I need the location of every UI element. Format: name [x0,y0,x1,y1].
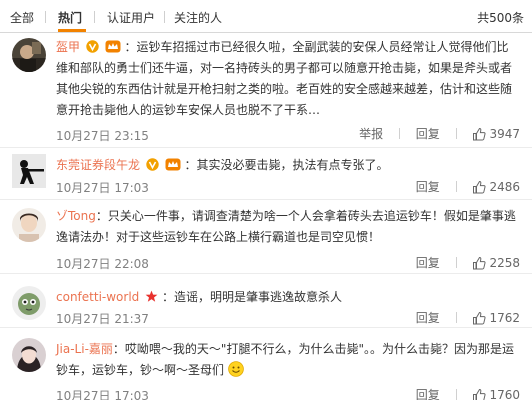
comment-text: ：只关心一件事，请调查清楚为啥一个人会拿着砖头去追运钞车！假如是肇事逃逸请法办！… [56,209,516,244]
comment-timestamp: 10月27日 17:03 [56,181,149,195]
reply-button[interactable]: 回复 [416,125,440,142]
tab-following[interactable]: 关注的人 [174,9,222,26]
comment-body: confetti-world ：造谣，明明是肇事逃逸故意杀人 [56,287,520,308]
username-link[interactable]: Jia-Li-嘉丽 [56,342,113,356]
like-button[interactable]: 1762 [472,311,520,325]
comment-timestamp: 10月27日 23:15 [56,129,149,143]
comment-body: Jia-Li-嘉丽：哎呦喂～我的天～"打腿不行么，为什么击毙"。。为什么击毙？因… [56,339,520,381]
total-comment-count: 共500条 [477,11,524,25]
comment-body: 东莞证券段午龙 ：其实没必要击毙，执法有点专张了。 [56,155,520,176]
like-button[interactable]: 2258 [472,256,520,270]
action-divider [455,257,457,268]
comment-actions: 回复 2486 [416,178,520,195]
username-link[interactable]: ゾTong [56,209,96,223]
comment-body: 盔甲 ：运钞车招摇过市已经很久啦，全副武装的安保人员经常让人觉得他们比维和部队的… [56,37,520,121]
red-star-icon [145,290,158,302]
comment-actions: 回复 1760 [416,386,520,400]
thumbs-up-icon [473,127,487,140]
thumbs-up-icon [473,180,487,193]
username-link[interactable]: 盔甲 [56,40,80,54]
action-divider [455,181,457,192]
comment-text: ：哎呦喂～我的天～"打腿不行么，为什么击毙"。。为什么击毙？因为那是运钞车，运钞… [56,342,514,377]
tab-divider [45,11,46,23]
comment-filter-tabs: 全部 热门 认证用户 关注的人 共500条 [0,0,532,33]
tab-divider [164,11,165,23]
vip-v-badge-icon [86,40,99,53]
action-divider [455,128,457,139]
like-count: 1760 [489,387,520,400]
comment-body: ゾTong：只关心一件事，请调查清楚为啥一个人会拿着砖头去追运钞车！假如是肇事逃… [56,206,520,248]
like-count: 2486 [489,179,520,194]
thumbs-up-icon [473,311,487,324]
avatar[interactable] [12,38,46,72]
like-count: 2258 [489,255,520,270]
reply-button[interactable]: 回复 [416,386,440,400]
tab-divider [94,11,95,23]
comment-timestamp: 10月27日 22:08 [56,257,149,271]
comment-actions: 回复 1762 [416,309,520,326]
comment-actions: 回复 2258 [416,254,520,271]
username-link[interactable]: 东莞证券段午龙 [56,158,140,172]
comment-item: 东莞证券段午龙 ：其实没必要击毙，执法有点专张了。 10月27日 17:03 回… [0,148,532,200]
member-crown-icon [105,40,121,53]
tab-verified-users[interactable]: 认证用户 [107,9,155,26]
like-count: 3947 [489,126,520,141]
reply-button[interactable]: 回复 [416,309,440,326]
avatar[interactable] [12,286,46,320]
avatar[interactable] [12,154,46,188]
avatar[interactable] [12,338,46,372]
comment-timestamp: 10月27日 17:03 [56,389,149,400]
reply-button[interactable]: 回复 [416,254,440,271]
vip-v-badge-icon [146,158,159,171]
thumbs-up-icon [473,256,487,269]
report-button[interactable]: 举报 [359,125,383,142]
reply-button[interactable]: 回复 [416,178,440,195]
member-crown-icon [165,158,181,171]
tab-hot[interactable]: 热门 [58,9,82,26]
comment-text: ：其实没必要击毙，执法有点专张了。 [184,158,389,172]
action-divider [455,312,457,323]
active-tab-indicator [58,29,86,32]
comment-text: ：造谣，明明是肇事逃逸故意杀人 [161,290,342,304]
like-button[interactable]: 2486 [472,180,520,194]
comment-timestamp: 10月27日 21:37 [56,312,149,326]
tab-all[interactable]: 全部 [10,9,34,26]
username-link[interactable]: confetti-world [56,290,139,304]
comment-item: confetti-world ：造谣，明明是肇事逃逸故意杀人 10月27日 21… [0,274,532,328]
action-divider [398,128,400,139]
thumbs-up-icon [473,388,487,400]
avatar[interactable] [12,208,46,242]
action-divider [455,389,457,400]
like-button[interactable]: 1760 [472,388,520,400]
comment-text: ：运钞车招摇过市已经很久啦，全副武装的安保人员经常让人觉得他们比维和部队的勇士们… [56,40,513,117]
comment-item: 盔甲 ：运钞车招摇过市已经很久啦，全副武装的安保人员经常让人觉得他们比维和部队的… [0,33,532,148]
comment-item: ゾTong：只关心一件事，请调查清楚为啥一个人会拿着砖头去追运钞车！假如是肇事逃… [0,200,532,274]
comment-actions: 举报 回复 3947 [359,125,520,142]
like-count: 1762 [489,310,520,325]
comment-item: Jia-Li-嘉丽：哎呦喂～我的天～"打腿不行么，为什么击毙"。。为什么击毙？因… [0,328,532,400]
smiley-emoji-icon [228,361,244,377]
like-button[interactable]: 3947 [472,127,520,141]
